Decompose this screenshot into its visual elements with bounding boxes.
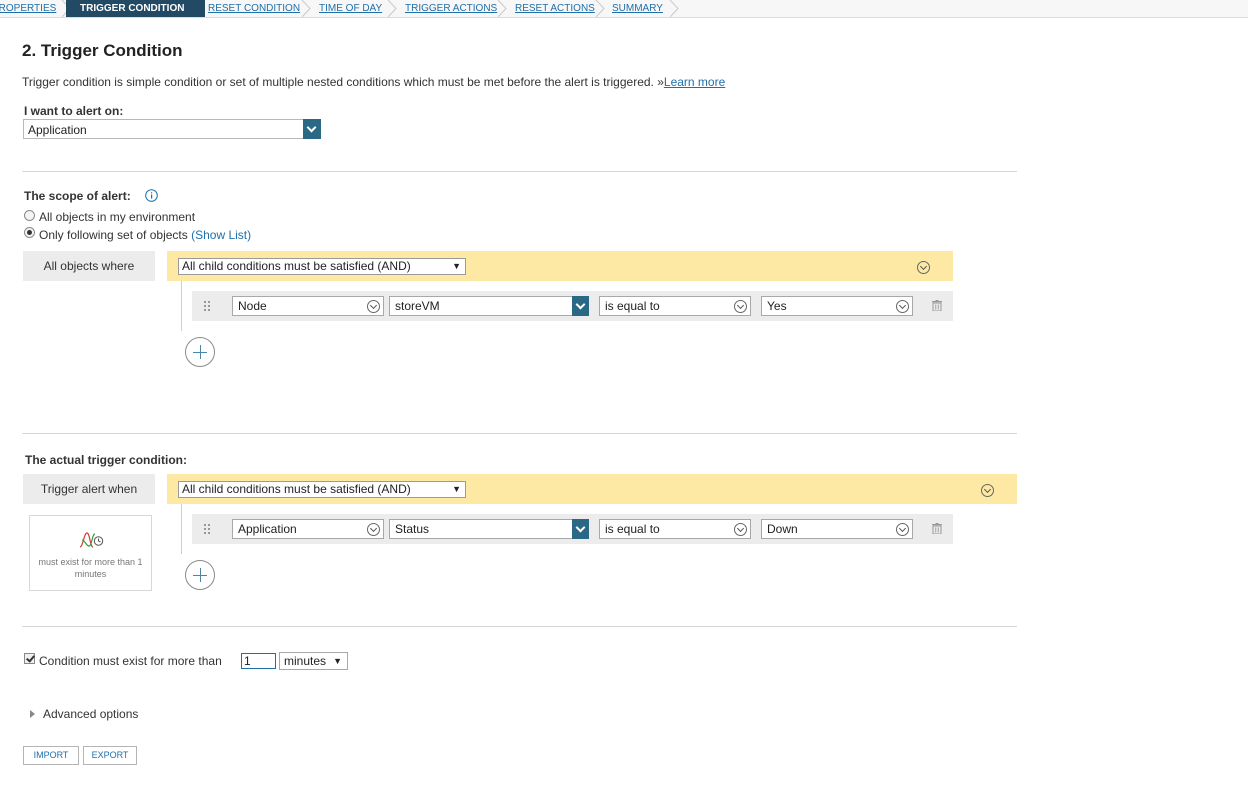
trigger-field-property-select[interactable]: Status — [389, 519, 589, 539]
time-condition-note: must exist for more than 1 minutes — [38, 557, 143, 579]
page-description: Trigger condition is simple condition or… — [22, 75, 725, 89]
chevron-down-icon — [367, 300, 380, 313]
scope-field-property-value: storeVM — [395, 299, 440, 313]
trigger-group-select-value: All child conditions must be satisfied (… — [182, 482, 411, 496]
chevron-down-icon — [896, 300, 909, 313]
page-title: 2. Trigger Condition — [22, 41, 183, 60]
drag-handle-icon[interactable] — [204, 524, 212, 534]
step-separator-icon — [387, 0, 397, 17]
section-divider — [22, 626, 1017, 627]
scope-field-object-value: Node — [238, 299, 267, 313]
duration-unit-value: minutes — [284, 654, 327, 668]
step-reset-condition[interactable]: RESET CONDITION — [208, 0, 300, 17]
wizard-steps-bar: PROPERTIES TRIGGER CONDITION RESET CONDI… — [0, 0, 1248, 18]
all-objects-where-label: All objects where — [23, 251, 155, 281]
scope-operator-value: is equal to — [605, 299, 660, 313]
scope-following-radio[interactable] — [24, 227, 35, 238]
scope-value-value: Yes — [767, 299, 787, 313]
add-scope-condition-button[interactable] — [185, 337, 215, 367]
trigger-field-object-value: Application — [238, 522, 297, 536]
chevron-down-icon — [367, 523, 380, 536]
step-separator-icon — [669, 0, 679, 17]
chevron-down-icon[interactable] — [303, 119, 321, 139]
trigger-operator-value: is equal to — [605, 522, 660, 536]
scope-following-label: Only following set of objects (Show List… — [39, 228, 251, 242]
chevron-down-icon[interactable] — [917, 261, 930, 274]
chevron-down-icon[interactable] — [572, 296, 589, 316]
alert-on-value: Application — [28, 123, 87, 137]
export-button[interactable]: EXPORT — [83, 746, 137, 765]
duration-unit-select[interactable]: minutes ▼ — [279, 652, 348, 670]
scope-value-select[interactable]: Yes — [761, 296, 913, 316]
step-trigger-condition[interactable]: TRIGGER CONDITION — [66, 0, 205, 17]
dropdown-triangle-icon: ▼ — [452, 261, 461, 271]
trigger-operator-select[interactable]: is equal to — [599, 519, 751, 539]
scope-label: The scope of alert: — [24, 189, 131, 203]
step-trigger-actions[interactable]: TRIGGER ACTIONS — [405, 0, 497, 17]
duration-value-input[interactable]: 1 — [241, 653, 276, 669]
expand-triangle-icon — [30, 710, 35, 718]
condition-duration-checkbox[interactable] — [24, 653, 35, 664]
import-button[interactable]: IMPORT — [23, 746, 79, 765]
show-list-link[interactable]: (Show List) — [191, 228, 251, 242]
trigger-group-select[interactable]: All child conditions must be satisfied (… — [178, 481, 466, 498]
chevron-down-icon — [734, 523, 747, 536]
alert-on-label: I want to alert on: — [24, 104, 124, 118]
alert-on-select[interactable]: Application — [23, 119, 321, 139]
section-divider — [22, 433, 1017, 434]
step-time-of-day[interactable]: TIME OF DAY — [319, 0, 382, 17]
scope-group-select[interactable]: All child conditions must be satisfied (… — [178, 258, 466, 275]
scope-all-radio[interactable] — [24, 210, 35, 221]
scope-all-label: All objects in my environment — [39, 210, 196, 224]
condition-duration-label: Condition must exist for more than — [39, 654, 222, 668]
scope-following-text: Only following set of objects — [39, 228, 188, 242]
advanced-options-toggle[interactable]: Advanced options — [30, 707, 138, 721]
dropdown-triangle-icon: ▼ — [452, 484, 461, 494]
trash-icon[interactable] — [932, 523, 942, 534]
chevron-down-icon — [896, 523, 909, 536]
dropdown-triangle-icon: ▼ — [333, 656, 342, 666]
step-summary[interactable]: SUMMARY — [612, 0, 663, 17]
step-separator-icon — [595, 0, 605, 17]
step-separator-icon — [497, 0, 507, 17]
tree-line — [181, 281, 182, 331]
step-separator-icon — [301, 0, 311, 17]
info-icon[interactable] — [145, 189, 158, 202]
trigger-value-value: Down — [767, 522, 798, 536]
learn-more-link[interactable]: Learn more — [664, 75, 725, 89]
section-divider — [22, 171, 1017, 172]
drag-handle-icon[interactable] — [204, 301, 212, 311]
trigger-field-object-select[interactable]: Application — [232, 519, 384, 539]
chevron-down-icon[interactable] — [981, 484, 994, 497]
trigger-alert-when-label: Trigger alert when — [23, 474, 155, 504]
scope-field-object-select[interactable]: Node — [232, 296, 384, 316]
chevron-down-icon — [734, 300, 747, 313]
add-trigger-condition-button[interactable] — [185, 560, 215, 590]
time-condition-box: must exist for more than 1 minutes — [29, 515, 152, 591]
tree-line — [181, 504, 182, 554]
chevron-down-icon[interactable] — [572, 519, 589, 539]
scope-field-property-select[interactable]: storeVM — [389, 296, 589, 316]
step-reset-actions[interactable]: RESET ACTIONS — [515, 0, 595, 17]
step-properties[interactable]: PROPERTIES — [0, 0, 56, 17]
scope-group-select-value: All child conditions must be satisfied (… — [182, 259, 411, 273]
trash-icon[interactable] — [932, 300, 942, 311]
advanced-options-label: Advanced options — [43, 707, 139, 721]
description-text: Trigger condition is simple condition or… — [22, 75, 664, 89]
trigger-label: The actual trigger condition: — [25, 453, 188, 467]
trigger-value-select[interactable]: Down — [761, 519, 913, 539]
trigger-field-property-value: Status — [395, 522, 430, 536]
condition-timer-icon — [79, 532, 104, 548]
step-active-arrow-icon — [190, 0, 199, 17]
scope-operator-select[interactable]: is equal to — [599, 296, 751, 316]
